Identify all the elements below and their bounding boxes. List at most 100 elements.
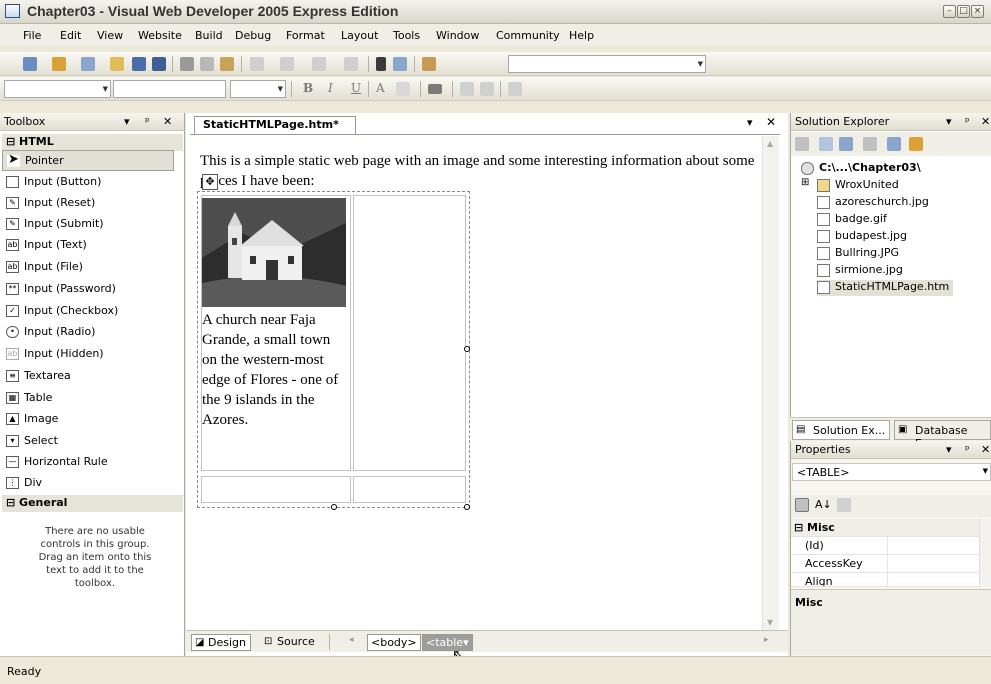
font-size-combobox[interactable]: ▼ (230, 80, 286, 98)
new-website-icon[interactable] (23, 57, 37, 71)
property-row-align[interactable]: Align (791, 573, 979, 587)
toolbox-item-input-radio[interactable]: • Input (Radio) (2, 322, 174, 343)
toolbox-item-table[interactable]: ▦ Table (2, 388, 174, 409)
tree-item-badge[interactable]: badge.gif (817, 212, 887, 228)
foreground-color-icon[interactable]: A (376, 81, 385, 95)
tree-item-wroxunited[interactable]: WroxUnited (817, 178, 899, 194)
expand-icon[interactable]: ⊞ (801, 177, 809, 188)
toolbox-item-textarea[interactable]: ≡ Textarea (2, 366, 174, 387)
toolbox-item-input-password[interactable]: ** Input (Password) (2, 279, 174, 300)
justify-icon[interactable] (428, 84, 442, 94)
new-file-icon[interactable] (81, 57, 95, 71)
italic-icon[interactable]: I (328, 81, 333, 95)
property-pages-icon[interactable] (837, 498, 851, 512)
resize-handle[interactable] (331, 504, 337, 510)
menu-build[interactable]: Build (195, 29, 223, 42)
resize-handle[interactable] (464, 504, 470, 510)
navigate-forward-icon[interactable] (344, 57, 358, 71)
menu-tools[interactable]: Tools (393, 29, 420, 42)
menu-format[interactable]: Format (286, 29, 325, 42)
navigate-backward-icon[interactable] (312, 57, 326, 71)
alphabetical-icon[interactable]: A↓ (815, 498, 832, 511)
scroll-up-icon[interactable]: ▲ (767, 139, 773, 148)
scroll-down-icon[interactable]: ▼ (767, 618, 773, 627)
refresh-icon[interactable] (819, 137, 833, 151)
tag-scroll-left-icon[interactable]: ◂ (349, 635, 354, 645)
toolbox-item-image[interactable]: ▲ Image (2, 409, 174, 430)
menu-edit[interactable]: Edit (60, 29, 81, 42)
maximize-button[interactable]: □ (957, 5, 970, 18)
resize-handle[interactable] (464, 346, 470, 352)
toolbox-group-html[interactable]: ⊟ HTML (2, 134, 183, 151)
properties-dropdown-icon[interactable]: ▾ (946, 443, 952, 456)
hyperlink-icon[interactable] (508, 82, 522, 96)
property-category-misc[interactable]: ⊟ Misc (791, 519, 979, 537)
cut-icon[interactable] (180, 57, 194, 71)
solution-dropdown-icon[interactable]: ▾ (946, 115, 952, 128)
object-selector-arrow-icon[interactable]: ▼ (983, 467, 988, 475)
tree-item-azoreschurch[interactable]: azoreschurch.jpg (817, 195, 929, 211)
design-view-tab[interactable]: ◪ Design (191, 634, 251, 651)
crumb-body[interactable]: <body> (367, 634, 421, 651)
solution-explorer-icon[interactable] (422, 57, 436, 71)
toolbox-item-horizontal-rule[interactable]: — Horizontal Rule (2, 452, 174, 473)
properties-icon[interactable] (795, 137, 809, 151)
toolbox-item-input-submit[interactable]: ✎ Input (Submit) (2, 214, 174, 235)
tab-statichtmlpage[interactable]: StaticHTMLPage.htm* (194, 116, 356, 134)
properties-scrollbar[interactable] (979, 519, 991, 587)
tree-item-sirmione[interactable]: sirmione.jpg (817, 263, 903, 279)
table-cell[interactable] (201, 476, 351, 503)
background-color-icon[interactable] (396, 82, 410, 96)
add-item-icon[interactable] (52, 57, 66, 71)
bulleted-list-icon[interactable] (480, 82, 494, 96)
start-debugging-icon[interactable] (376, 57, 386, 71)
menu-community[interactable]: Community (496, 29, 560, 42)
toolbox-item-pointer[interactable]: ➤ Pointer (2, 150, 174, 171)
menu-view[interactable]: View (97, 29, 123, 42)
menu-file[interactable]: File (23, 29, 41, 42)
menu-debug[interactable]: Debug (235, 29, 271, 42)
table-move-handle-icon[interactable]: ✥ (202, 174, 218, 190)
editor-close-icon[interactable]: ✕ (766, 115, 776, 129)
find-icon[interactable] (393, 57, 407, 71)
properties-pin-icon[interactable]: ᵖ (965, 443, 970, 456)
table-cell[interactable] (353, 195, 466, 471)
toolbox-item-input-text[interactable]: ab Input (Text) (2, 235, 174, 256)
save-icon[interactable] (132, 57, 146, 71)
church-caption[interactable]: A church near Faja Grande, a small town … (202, 310, 348, 430)
solution-pin-icon[interactable]: ᵖ (965, 115, 970, 128)
intro-paragraph[interactable]: This is a simple static web page with an… (200, 151, 760, 191)
paste-icon[interactable] (220, 57, 234, 71)
toolbox-item-input-hidden[interactable]: ab Input (Hidden) (2, 344, 174, 365)
menu-help[interactable]: Help (569, 29, 594, 42)
solution-close-icon[interactable]: ✕ (981, 115, 990, 128)
tree-item-budapest[interactable]: budapest.jpg (817, 229, 907, 245)
numbered-list-icon[interactable] (460, 82, 474, 96)
toolbox-item-input-reset[interactable]: ✎ Input (Reset) (2, 193, 174, 214)
property-row-accesskey[interactable]: AccessKey (791, 555, 979, 573)
table-cell[interactable] (353, 476, 466, 503)
menu-layout[interactable]: Layout (341, 29, 378, 42)
menu-window[interactable]: Window (436, 29, 479, 42)
tab-database-explorer[interactable]: ▣ Database E... (894, 420, 991, 450)
toolbox-item-input-file[interactable]: ab Input (File) (2, 257, 174, 278)
categorized-icon[interactable] (795, 498, 809, 512)
toolbox-item-select[interactable]: ▾ Select (2, 431, 174, 452)
bold-icon[interactable]: B (303, 81, 313, 95)
toolbox-item-div[interactable]: ⋮ Div (2, 473, 174, 494)
close-button[interactable]: × (971, 5, 984, 18)
crumb-table[interactable]: <table▾ (422, 634, 473, 651)
view-code-icon[interactable] (863, 137, 877, 151)
editor-dropdown-icon[interactable]: ▾ (747, 116, 753, 129)
solution-root[interactable]: C:\...\Chapter03\ (801, 161, 921, 177)
source-view-tab[interactable]: ⊡ Source (261, 634, 319, 651)
asp-config-icon[interactable] (909, 137, 923, 151)
save-all-icon[interactable] (152, 57, 166, 71)
tag-scroll-right-icon[interactable]: ▸ (764, 635, 769, 645)
underline-icon[interactable]: U (351, 81, 361, 95)
toolbox-close-icon[interactable]: ✕ (163, 115, 172, 128)
tree-item-statichtmlpage[interactable]: StaticHTMLPage.htm (817, 280, 954, 296)
property-row-id[interactable]: (Id) (791, 537, 979, 555)
editor-scrollbar[interactable]: ▲ ▼ (762, 136, 779, 630)
block-format-combobox[interactable]: ▼ (4, 80, 111, 98)
